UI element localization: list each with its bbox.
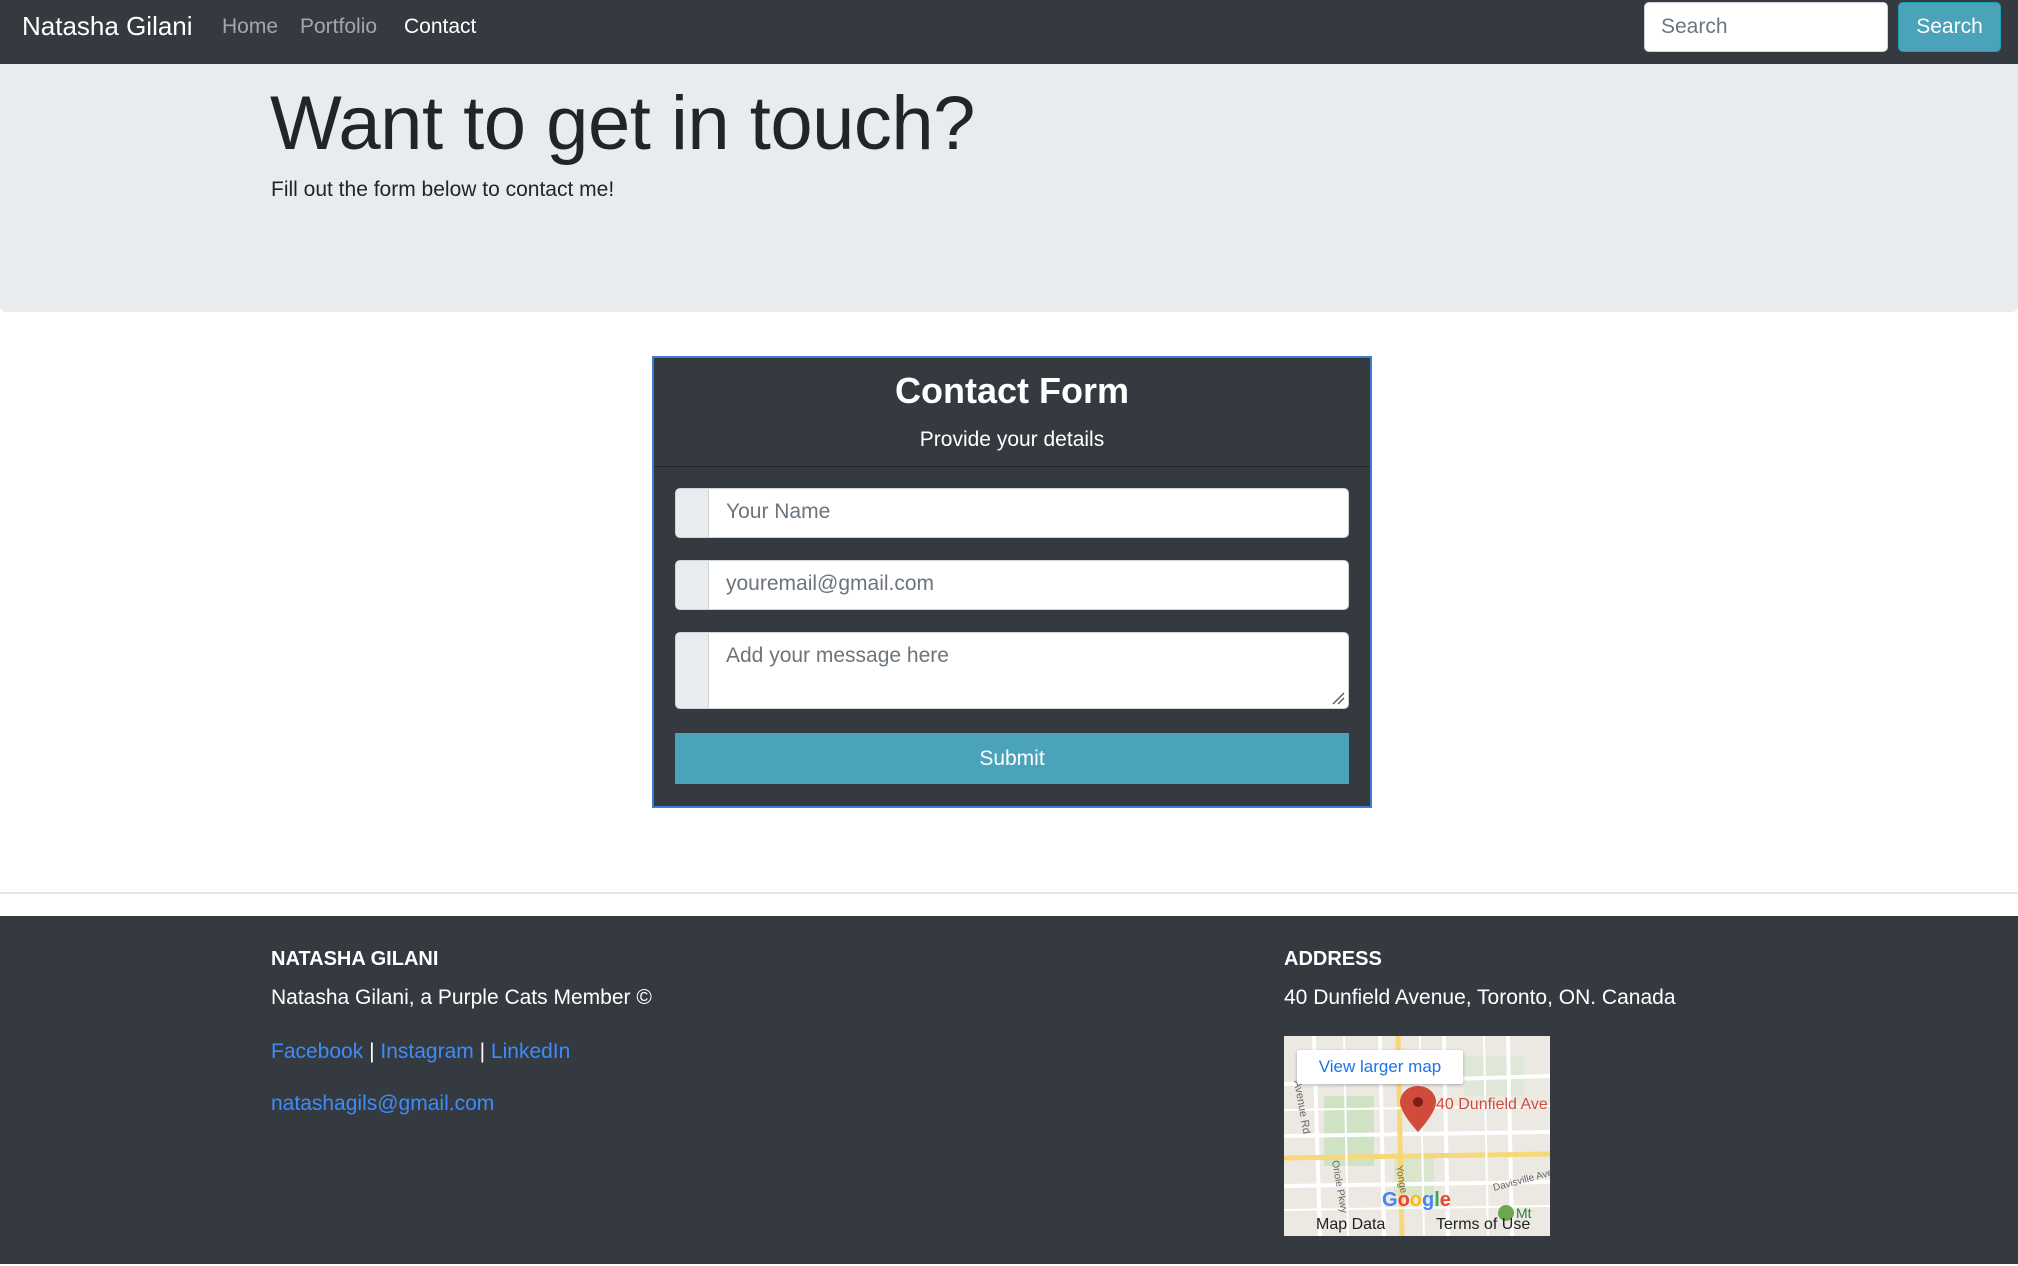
map-pin-label: 40 Dunfield Ave [1436, 1096, 1548, 1113]
message-textarea-placeholder: Add your message here [726, 644, 949, 667]
hero-title: Want to get in touch? [270, 81, 975, 166]
footer-email-link[interactable]: natashagils@gmail.com [271, 1092, 494, 1116]
name-field-addon [676, 489, 709, 537]
name-field-placeholder: Your Name [726, 500, 831, 523]
map-data-link[interactable]: Map Data [1316, 1216, 1385, 1234]
social-separator: | [369, 1040, 375, 1063]
nav-link-home[interactable]: Home [222, 15, 278, 39]
social-separator: | [479, 1040, 486, 1063]
email-field[interactable]: youremail@gmail.com [675, 560, 1349, 610]
embedded-map[interactable]: Avenue Rd Oriole Pkwy Yonge Davisville A… [1284, 1036, 1550, 1236]
name-field[interactable]: Your Name [675, 488, 1349, 538]
contact-form-card: Contact Form Provide your details Your N… [652, 356, 1372, 808]
email-field-addon [676, 561, 709, 609]
submit-button[interactable]: Submit [675, 733, 1349, 784]
hero-subtitle: Fill out the form below to contact me! [271, 178, 615, 201]
search-button[interactable]: Search [1898, 2, 2001, 52]
footer-address-heading: ADDRESS [1284, 948, 1382, 970]
footer-address: 40 Dunfield Avenue, Toronto, ON. Canada [1284, 986, 1676, 1009]
navbar: Natasha Gilani Home Portfolio Contact Se… [0, 0, 2018, 64]
facebook-link[interactable]: Facebook [271, 1040, 363, 1063]
resize-handle-icon[interactable] [1331, 691, 1345, 705]
message-textarea[interactable]: Add your message here [675, 632, 1349, 709]
message-field-addon [676, 633, 709, 708]
google-logo: Google [1382, 1189, 1451, 1211]
footer-tagline: Natasha Gilani, a Purple Cats Member © [271, 986, 652, 1009]
contact-form-title: Contact Form [895, 370, 1129, 411]
nav-link-portfolio[interactable]: Portfolio [300, 15, 377, 39]
footer-divider [0, 892, 2018, 894]
hero-jumbotron: Want to get in touch? Fill out the form … [0, 64, 2018, 312]
linkedin-link[interactable]: LinkedIn [491, 1040, 570, 1063]
footer-social-links: Facebook | Instagram | LinkedIn [271, 1040, 570, 1064]
view-larger-map-button[interactable]: View larger map [1297, 1050, 1463, 1084]
search-input[interactable] [1644, 2, 1888, 52]
instagram-link[interactable]: Instagram [380, 1040, 473, 1063]
footer: NATASHA GILANI Natasha Gilani, a Purple … [0, 916, 2018, 1264]
navbar-brand[interactable]: Natasha Gilani [22, 11, 193, 42]
contact-form-subtitle: Provide your details [919, 428, 1105, 451]
contact-form-header: Contact Form Provide your details [654, 358, 1370, 467]
email-field-placeholder: youremail@gmail.com [726, 572, 935, 595]
footer-name-heading: NATASHA GILANI [271, 948, 439, 970]
map-terms-link[interactable]: Terms of Use [1436, 1216, 1530, 1234]
nav-link-contact[interactable]: Contact [404, 15, 476, 39]
